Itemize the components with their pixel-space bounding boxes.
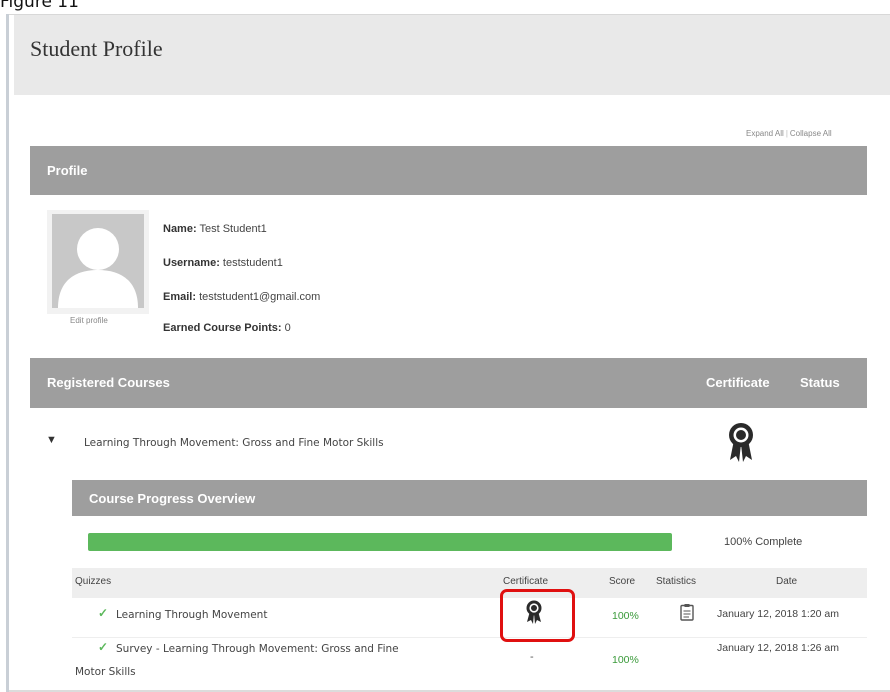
registered-courses-header: Registered Courses Certificate Status [30,358,867,408]
quiz-date: January 12, 2018 1:20 am [717,608,840,620]
expand-collapse-links: Expand All | Collapse All [746,129,832,138]
avatar-placeholder-icon [52,214,144,308]
username-value: teststudent1 [222,257,283,269]
figure-caption: Figure 11 [0,0,79,12]
check-icon: ✓ [98,606,109,620]
email-value: teststudent1@gmail.com [199,291,321,303]
quiz-certificate-none: - [530,651,534,663]
quiz-score: 100% [612,654,639,666]
profile-section-header[interactable]: Profile [30,146,867,195]
clipboard-icon[interactable] [680,603,694,621]
email-label: Email: [163,291,197,303]
profile-username-row: Username: teststudent1 [163,257,283,269]
quiz-table-header [72,568,867,598]
certificate-column-header: Certificate [706,375,770,390]
profile-section-title: Profile [47,163,88,178]
registered-courses-title: Registered Courses [47,375,170,390]
progress-bar [88,533,672,551]
expand-all-link[interactable]: Expand All [746,129,784,138]
quiz-date: January 12, 2018 1:26 am [717,642,840,654]
quiz-score: 100% [612,610,639,622]
status-column-header: Status [800,375,840,390]
award-ribbon-icon[interactable] [728,422,754,464]
frame-left-border [6,14,9,692]
progress-text: 100% Complete [724,536,803,548]
profile-name-row: Name: Test Student1 [163,223,267,235]
course-progress-title: Course Progress Overview [89,491,256,506]
course-progress-header: Course Progress Overview [72,480,867,516]
check-icon: ✓ [98,640,109,654]
quiz-name-continued[interactable]: Motor Skills [75,666,136,678]
name-value: Test Student1 [199,223,267,235]
quiz-name[interactable]: Survey - Learning Through Movement: Gros… [116,643,399,655]
date-column-header: Date [776,576,798,587]
profile-points-row: Earned Course Points: 0 [163,322,291,334]
quiz-name[interactable]: Learning Through Movement [116,609,267,621]
profile-email-row: Email: teststudent1@gmail.com [163,291,320,303]
points-value: 0 [284,322,291,334]
username-label: Username: [163,257,220,269]
points-label: Earned Course Points: [163,322,282,334]
collapse-all-link[interactable]: Collapse All [790,129,832,138]
statistics-column-header: Statistics [656,576,697,587]
score-column-header: Score [609,576,636,587]
quizzes-column-header: Quizzes [75,576,112,587]
link-separator: | [785,129,788,138]
row-divider [72,637,867,638]
progress-bar-fill [88,533,672,551]
collapse-triangle-icon[interactable]: ▼ [46,434,57,446]
page-title: Student Profile [30,36,163,61]
edit-profile-link[interactable]: Edit profile [70,316,108,325]
course-name[interactable]: Learning Through Movement: Gross and Fin… [84,437,384,449]
certificate-highlight-annotation [500,589,575,642]
name-label: Name: [163,223,197,235]
quiz-certificate-column-header: Certificate [503,576,549,587]
